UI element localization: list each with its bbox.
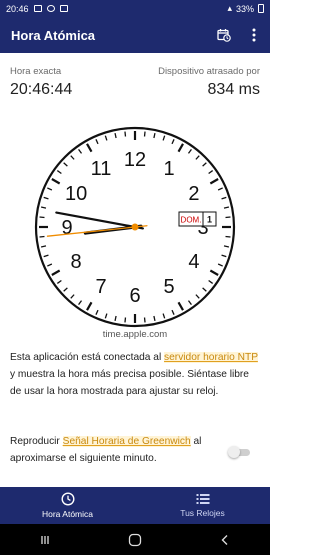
battery-icon	[258, 4, 264, 13]
clock-number: 12	[124, 149, 146, 171]
clock-number: 6	[129, 285, 140, 307]
description-text: Esta aplicación está conectada al servid…	[10, 349, 260, 400]
greenwich-toggle[interactable]	[228, 446, 252, 458]
minute-tick	[124, 131, 127, 137]
more-vert-icon[interactable]	[246, 27, 262, 43]
calendar-clock-icon[interactable]	[216, 27, 232, 43]
analog-clock: 12 1 2 3 4 5 6 7 8 9 10 11 DOM. 1	[34, 126, 236, 328]
clock-number: 10	[65, 183, 87, 205]
nav-label-atomic-time: Hora Atómica	[41, 509, 94, 519]
clock-number: 4	[188, 251, 199, 273]
info-labels: Hora exacta Dispositivo atrasado por	[10, 66, 260, 77]
greenwich-text: Reproducir Señal Horaria de Greenwich al…	[10, 433, 232, 467]
status-time: 20:46	[6, 3, 29, 14]
app-title: Hora Atómica	[11, 27, 96, 43]
status-bar: 20:46 ▴ 33%	[0, 0, 270, 17]
clock-number: 8	[71, 251, 82, 273]
description-after: y muestra la hora más precisa posible. S…	[10, 369, 249, 397]
notification-icon	[46, 5, 55, 12]
exact-time-value: 20:46:44	[10, 81, 73, 98]
exact-time-label: Hora exacta	[10, 66, 62, 77]
info-values: 20:46:44 834 ms	[10, 81, 260, 99]
back-icon[interactable]	[215, 530, 235, 550]
app-bar: Hora Atómica	[0, 17, 270, 53]
battery-percent: 33%	[235, 3, 254, 14]
clock-face: 12 1234567891011DOM. 1	[34, 126, 236, 328]
system-navigation	[0, 524, 270, 555]
home-icon[interactable]	[125, 530, 145, 550]
minute-tick	[143, 131, 146, 137]
minute-tick	[225, 235, 231, 238]
clock-icon	[60, 492, 75, 506]
delay-value: 834 ms	[207, 81, 260, 98]
clock-center-pin	[131, 223, 139, 231]
greenwich-signal-link[interactable]: Señal Horaria de Greenwich	[62, 436, 191, 447]
description-before: Esta aplicación está conectada al	[10, 352, 165, 363]
minute-tick	[225, 216, 231, 219]
minute-tick	[143, 317, 146, 323]
toggle-thumb	[228, 446, 240, 458]
bottom-navigation: Hora Atómica Tus Relojes	[0, 487, 270, 524]
clock-number: 9	[61, 217, 72, 239]
message-icon	[33, 5, 42, 12]
ntp-server-link[interactable]: servidor horario NTP	[164, 352, 258, 363]
delay-label: Dispositivo atrasado por	[158, 66, 260, 77]
minute-tick	[39, 216, 45, 219]
minute-tick	[39, 235, 45, 238]
clock-number: 1	[163, 158, 174, 180]
nav-item-your-clocks[interactable]: Tus Relojes	[135, 487, 270, 524]
ntp-server-link-text: servidor horario NTP	[164, 352, 258, 363]
list-icon	[196, 494, 209, 504]
nav-item-atomic-time[interactable]: Hora Atómica	[0, 487, 135, 524]
server-label: time.apple.com	[102, 329, 168, 340]
gallery-icon	[59, 5, 68, 12]
clock-number: 11	[91, 158, 112, 180]
clock-number: 5	[163, 276, 174, 298]
signal-icon: ▴	[227, 3, 232, 13]
greenwich-signal-link-text: Señal Horaria de Greenwich	[62, 436, 191, 447]
clock-number: 2	[188, 183, 199, 205]
date-day-label: DOM.	[181, 216, 202, 225]
recents-icon[interactable]	[35, 530, 55, 550]
greenwich-before: Reproducir	[10, 436, 63, 447]
minute-tick	[124, 317, 127, 323]
nav-label-your-clocks: Tus Relojes	[180, 508, 225, 518]
clock-number: 7	[95, 276, 106, 298]
date-day-number: 1	[207, 215, 212, 225]
